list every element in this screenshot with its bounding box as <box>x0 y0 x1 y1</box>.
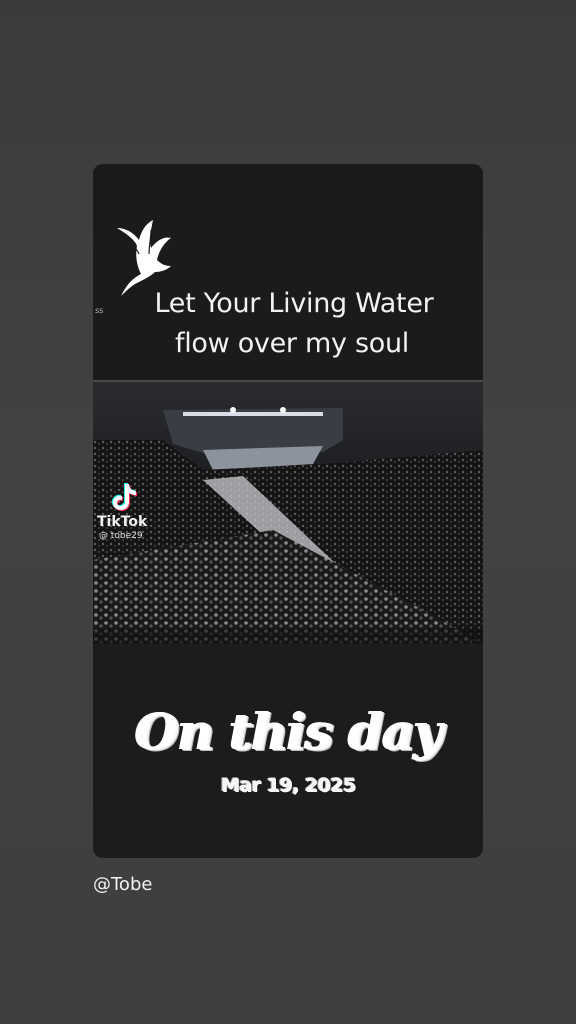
tiktok-logo-icon <box>112 483 137 511</box>
story-card[interactable]: ss Let Your Living Water flow over my so… <box>93 164 483 858</box>
dove-icon <box>117 220 171 296</box>
username-link[interactable]: @Tobe <box>93 874 152 895</box>
memory-date: Mar 19, 2025 <box>220 774 356 796</box>
memory-title: On this day <box>134 702 443 761</box>
caption-line-2: flow over my soul <box>175 328 409 359</box>
tiktok-handle: @ tobe29 <box>99 531 143 541</box>
caption-line-1: Let Your Living Water <box>154 288 434 319</box>
tiktok-watermark: TikTok @ tobe29 <box>97 482 167 544</box>
tiktok-name: TikTok <box>97 514 148 530</box>
